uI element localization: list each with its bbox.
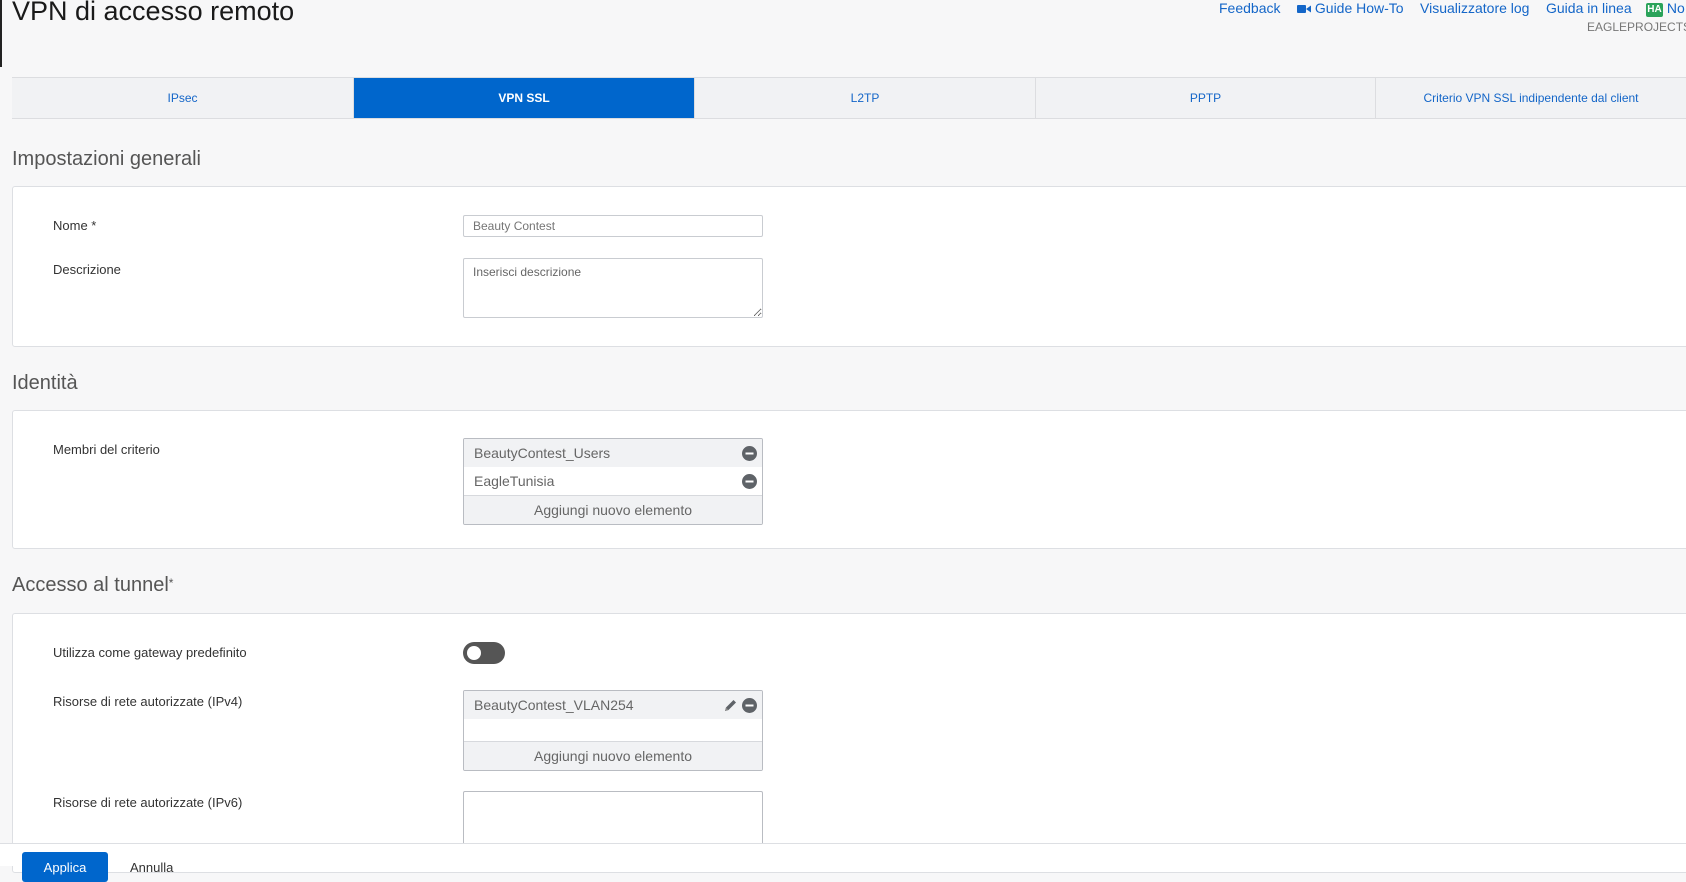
online-help-link[interactable]: Guida in linea: [1546, 0, 1632, 16]
tab-pptp[interactable]: PPTP: [1035, 78, 1375, 118]
cancel-button[interactable]: Annulla: [130, 860, 173, 875]
policy-members-list: BeautyContest_Users EagleTunisia Aggiung…: [463, 438, 763, 525]
toggle-knob: [467, 646, 481, 660]
feedback-link[interactable]: Feedback: [1219, 0, 1280, 16]
apply-button[interactable]: Applica: [22, 852, 108, 882]
description-label: Descrizione: [53, 262, 121, 277]
tab-clientless-ssl-policy[interactable]: Criterio VPN SSL indipendente dal client: [1375, 78, 1686, 118]
guide-how-to-label: Guide How-To: [1314, 0, 1404, 16]
tunnel-access-panel: Utilizza come gateway predefinito Risors…: [12, 613, 1686, 873]
remove-circle-icon[interactable]: [742, 446, 757, 461]
general-settings-panel: Nome * Descrizione: [12, 186, 1686, 347]
edit-pencil-icon[interactable]: [723, 698, 738, 713]
ha-badge: HA: [1646, 3, 1663, 17]
page-title: VPN di accesso remoto: [12, 0, 295, 26]
list-item: BeautyContest_VLAN254: [464, 691, 762, 719]
add-member-button[interactable]: Aggiungi nuovo elemento: [464, 495, 762, 524]
ha-status-link[interactable]: HA No: [1646, 0, 1685, 17]
list-item: BeautyContest_Users: [464, 439, 762, 467]
device-name: EAGLEPROJECTS: [1587, 20, 1686, 34]
ipv6-resources-list[interactable]: [463, 791, 763, 851]
ipv4-resources-label: Risorse di rete autorizzate (IPv4): [53, 694, 243, 709]
window-edge: [0, 0, 2, 67]
section-title-tunnel-access: Accesso al tunnel*: [12, 574, 173, 597]
default-gateway-toggle[interactable]: [463, 642, 505, 664]
tab-l2tp[interactable]: L2TP: [694, 78, 1035, 118]
identity-panel: Membri del criterio BeautyContest_Users …: [12, 410, 1686, 549]
list-item: EagleTunisia: [464, 467, 762, 495]
list-item-label: BeautyContest_Users: [474, 445, 611, 461]
log-viewer-link[interactable]: Visualizzatore log: [1420, 0, 1529, 16]
tab-vpn-ssl[interactable]: VPN SSL: [353, 78, 694, 118]
ha-status-label: No: [1666, 0, 1685, 16]
remove-circle-icon[interactable]: [742, 474, 757, 489]
video-camera-icon: [1297, 5, 1311, 13]
footer-bar: Applica Annulla: [0, 843, 1686, 882]
section-title-general: Impostazioni generali: [12, 148, 201, 170]
ipv6-resources-label: Risorse di rete autorizzate (IPv6): [53, 795, 243, 810]
add-ipv4-resource-button[interactable]: Aggiungi nuovo elemento: [464, 741, 762, 770]
tab-bar: IPsec VPN SSL L2TP PPTP Criterio VPN SSL…: [12, 77, 1686, 119]
default-gateway-label: Utilizza come gateway predefinito: [53, 645, 247, 660]
section-title-identity: Identità: [12, 372, 78, 394]
description-textarea[interactable]: [463, 258, 763, 318]
list-item-label: BeautyContest_VLAN254: [474, 697, 634, 713]
required-mark: *: [168, 576, 174, 590]
list-empty-row: [464, 719, 762, 741]
name-input[interactable]: [463, 215, 763, 237]
tab-ipsec[interactable]: IPsec: [12, 78, 353, 118]
list-item-label: EagleTunisia: [474, 473, 555, 489]
name-label: Nome *: [53, 218, 97, 233]
tunnel-access-title: Accesso al tunnel: [12, 574, 169, 596]
policy-members-label: Membri del criterio: [53, 442, 160, 457]
remove-circle-icon[interactable]: [742, 698, 757, 713]
guide-how-to-link[interactable]: Guide How-To: [1297, 0, 1404, 16]
ipv4-resources-list: BeautyContest_VLAN254 Aggiungi nuovo ele…: [463, 690, 763, 771]
